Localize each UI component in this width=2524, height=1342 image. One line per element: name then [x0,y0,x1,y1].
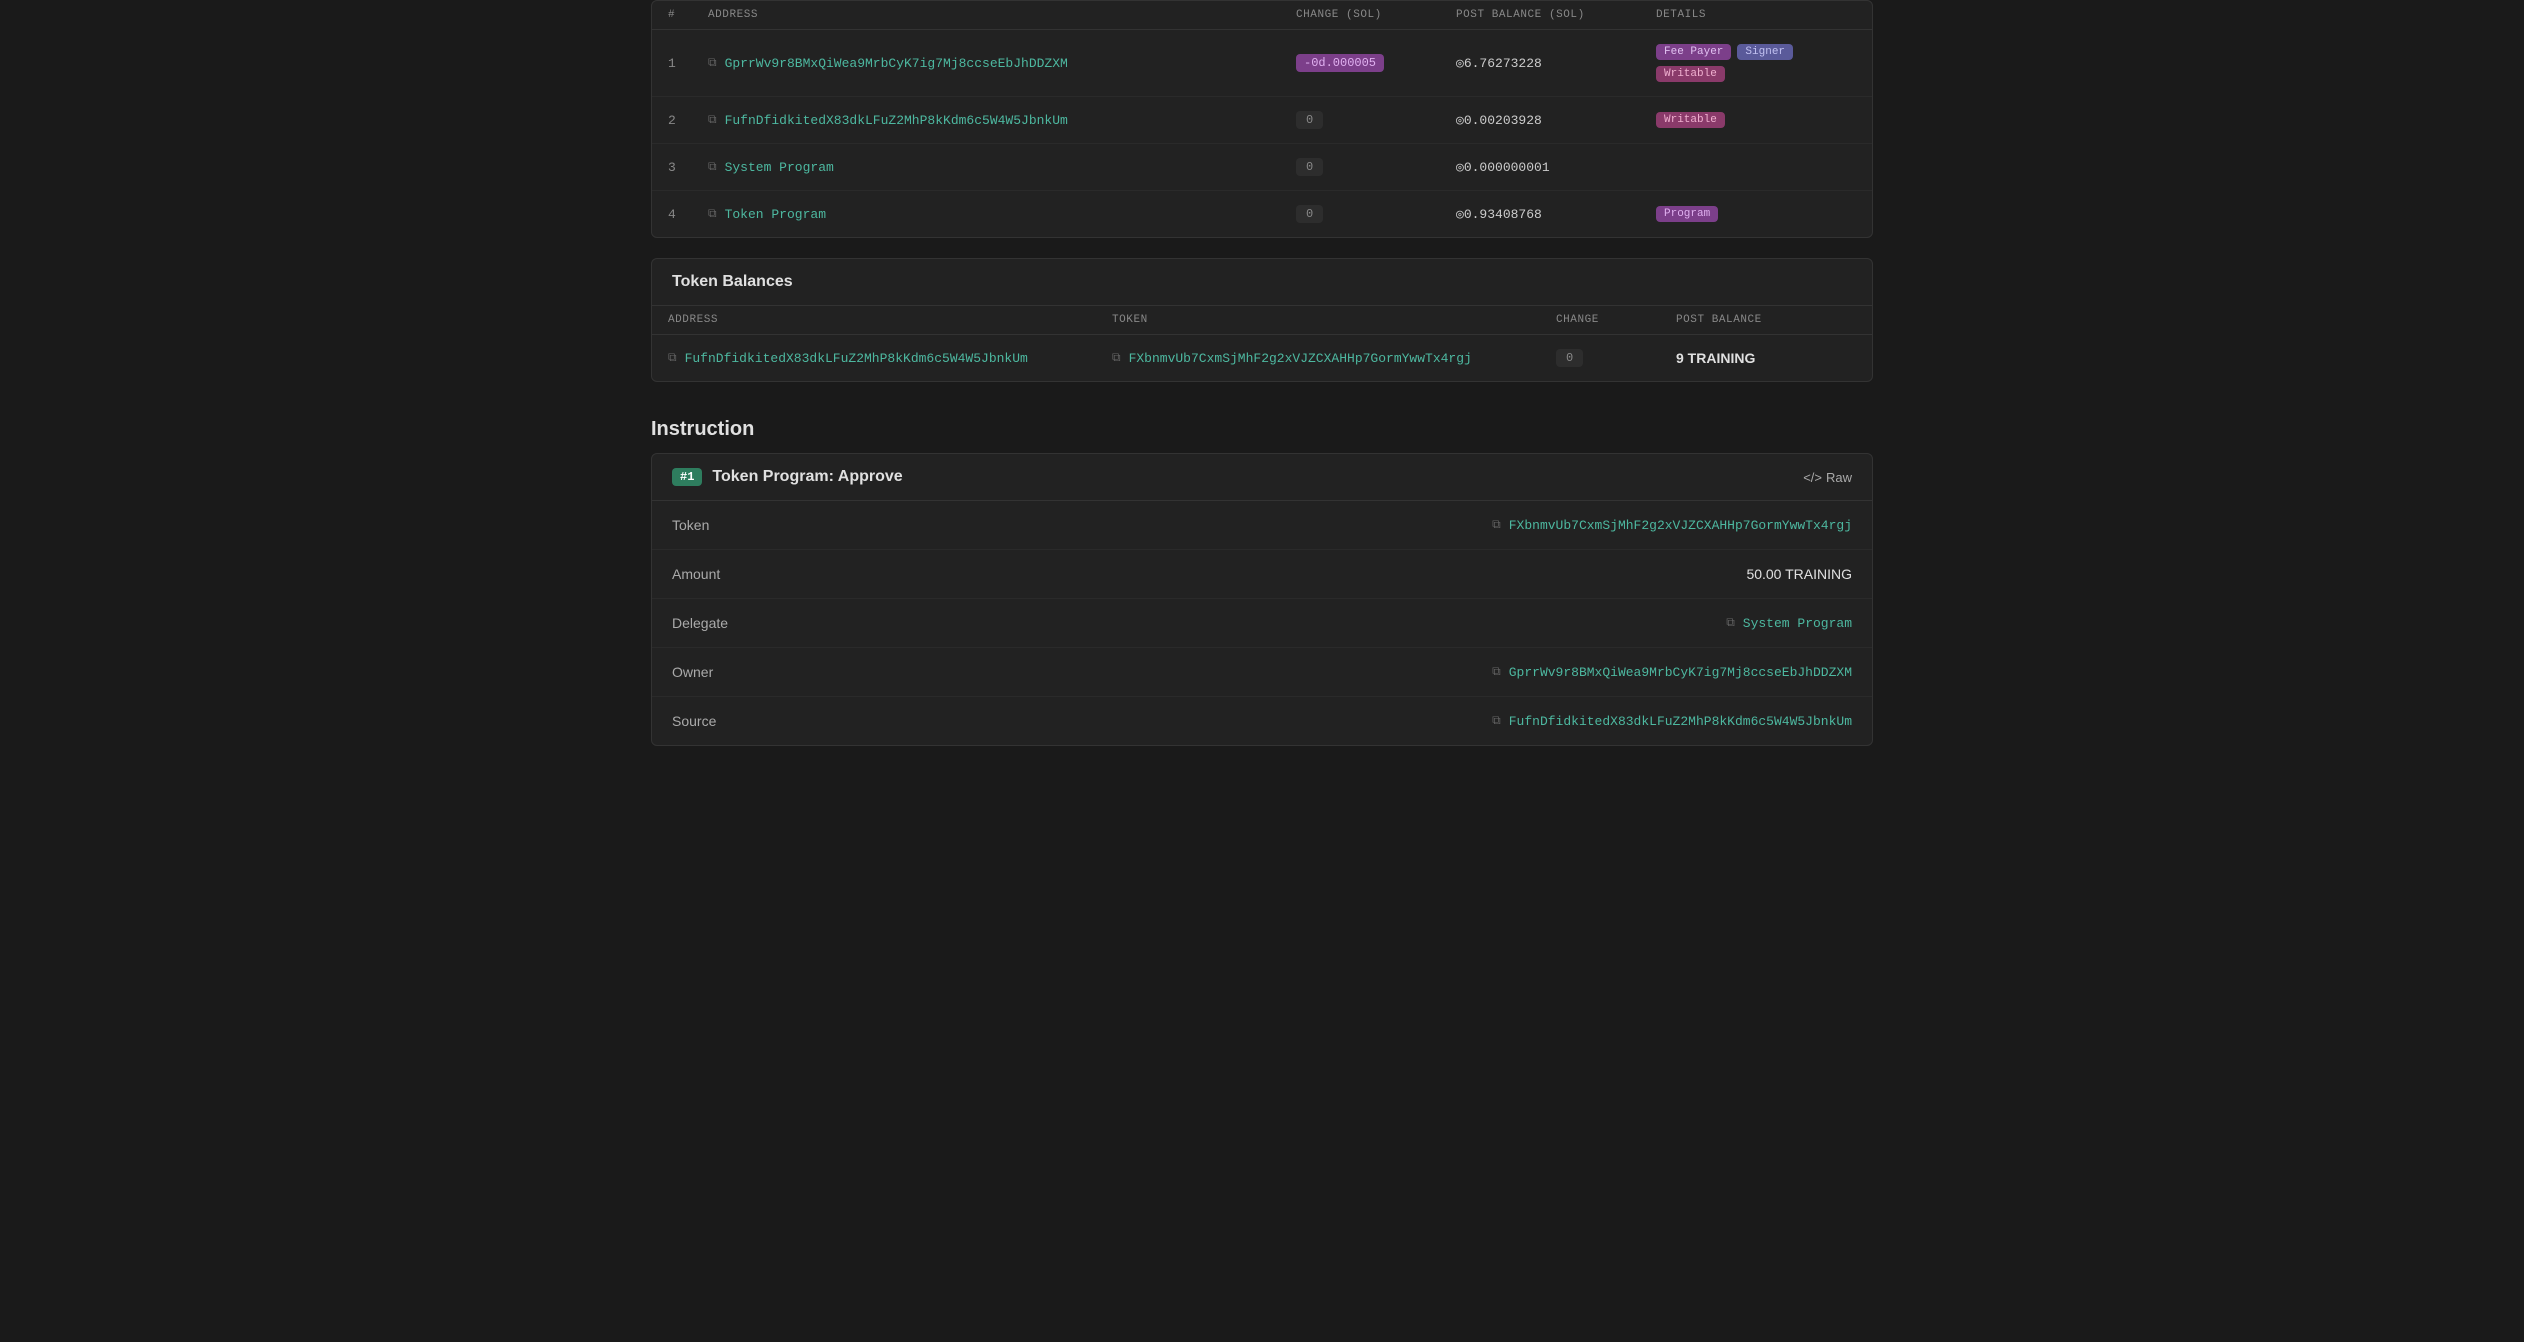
badge-writable: Writable [1656,66,1725,82]
field-value: ⧉ FXbnmvUb7CxmSjMhF2g2xVJZCXAHHp7GormYww… [1492,518,1852,533]
instruction-field-delegate: Delegate ⧉ System Program [652,599,1872,648]
details-cell: Program [1656,206,1856,222]
change-badge-zero: 0 [1296,205,1323,223]
instruction-field-amount: Amount 50.00 TRAINING [652,550,1872,599]
table-row: 4 ⧉ Token Program 0 ◎0.93408768 Program [652,191,1872,237]
copy-icon[interactable]: ⧉ [1492,518,1501,532]
token-balances-title: Token Balances [652,259,1872,306]
address-cell: ⧉ GprrWv9r8BMxQiWea9MrbCyK7ig7Mj8ccseEbJ… [708,56,1296,71]
row-num: 4 [668,207,708,222]
address-cell: ⧉ Token Program [708,207,1296,222]
token-address-cell: ⧉ FufnDfidkitedX83dkLFuZ2MhP8kKdm6c5W4W5… [668,351,1112,366]
post-balance: ◎0.00203928 [1456,113,1656,128]
change-cell: 0 [1296,205,1456,223]
token-table-row: ⧉ FufnDfidkitedX83dkLFuZ2MhP8kKdm6c5W4W5… [652,335,1872,381]
change-cell: -0d.000005 [1296,54,1456,72]
instruction-field-owner: Owner ⧉ GprrWv9r8BMxQiWea9MrbCyK7ig7Mj8c… [652,648,1872,697]
field-value: ⧉ FufnDfidkitedX83dkLFuZ2MhP8kKdm6c5W4W5… [1492,714,1852,729]
address-link[interactable]: System Program [725,160,834,175]
col-post-balance: POST BALANCE (SOL) [1456,9,1656,21]
token-post-balance: 9 TRAINING [1676,350,1856,366]
instruction-field-source: Source ⧉ FufnDfidkitedX83dkLFuZ2MhP8kKdm… [652,697,1872,745]
field-address-link[interactable]: System Program [1743,616,1852,631]
change-cell: 0 [1296,158,1456,176]
token-col-change: CHANGE [1556,314,1676,326]
badge-signer: Signer [1737,44,1793,60]
copy-icon[interactable]: ⧉ [708,160,717,174]
col-address: ADDRESS [708,9,1296,21]
token-change-cell: 0 [1556,349,1676,367]
amount-value: 50.00 TRAINING [1746,566,1852,582]
row-num: 1 [668,56,708,71]
instruction-name: Token Program: Approve [712,468,902,486]
col-change: CHANGE (SOL) [1296,9,1456,21]
raw-label: Raw [1826,470,1852,485]
token-token-cell: ⧉ FXbnmvUb7CxmSjMhF2g2xVJZCXAHHp7GormYww… [1112,351,1556,366]
change-badge-zero: 0 [1556,349,1583,367]
accounts-table-header: # ADDRESS CHANGE (SOL) POST BALANCE (SOL… [652,1,1872,30]
field-value: ⧉ GprrWv9r8BMxQiWea9MrbCyK7ig7Mj8ccseEbJ… [1492,665,1852,680]
address-link[interactable]: FufnDfidkitedX83dkLFuZ2MhP8kKdm6c5W4W5Jb… [725,113,1068,128]
post-balance: ◎0.000000001 [1456,160,1656,175]
change-cell: 0 [1296,111,1456,129]
copy-icon[interactable]: ⧉ [708,207,717,221]
token-col-token: TOKEN [1112,314,1556,326]
address-cell: ⧉ System Program [708,160,1296,175]
row-num: 2 [668,113,708,128]
instruction-number-badge: #1 [672,468,702,486]
col-num: # [668,9,708,21]
copy-icon[interactable]: ⧉ [1726,616,1735,630]
token-col-post-balance: POST BALANCE [1676,314,1856,326]
copy-icon[interactable]: ⧉ [708,56,717,70]
accounts-table: # ADDRESS CHANGE (SOL) POST BALANCE (SOL… [651,0,1873,238]
token-token-link[interactable]: FXbnmvUb7CxmSjMhF2g2xVJZCXAHHp7GormYwwTx… [1129,351,1472,366]
post-balance: ◎0.93408768 [1456,207,1656,222]
badge-fee-payer: Fee Payer [1656,44,1731,60]
raw-button[interactable]: </> Raw [1803,470,1852,485]
field-label: Delegate [672,615,728,631]
code-icon: </> [1803,470,1822,485]
field-value: ⧉ System Program [1726,616,1852,631]
instruction-section-title: Instruction [651,402,1873,453]
post-balance: ◎6.76273228 [1456,56,1656,71]
col-details: DETAILS [1656,9,1856,21]
details-cell: Fee Payer Signer Writable [1656,44,1856,82]
token-address-link[interactable]: FufnDfidkitedX83dkLFuZ2MhP8kKdm6c5W4W5Jb… [685,351,1028,366]
field-value: 50.00 TRAINING [1746,566,1852,582]
token-col-address: ADDRESS [668,314,1112,326]
field-label: Owner [672,664,713,680]
badge-writable: Writable [1656,112,1725,128]
badge-program: Program [1656,206,1718,222]
field-address-link[interactable]: FufnDfidkitedX83dkLFuZ2MhP8kKdm6c5W4W5Jb… [1509,714,1852,729]
change-badge-negative: -0d.000005 [1296,54,1384,72]
address-link[interactable]: GprrWv9r8BMxQiWea9MrbCyK7ig7Mj8ccseEbJhD… [725,56,1068,71]
table-row: 2 ⧉ FufnDfidkitedX83dkLFuZ2MhP8kKdm6c5W4… [652,97,1872,144]
instruction-header: #1 Token Program: Approve </> Raw [652,454,1872,501]
field-label: Amount [672,566,720,582]
table-row: 3 ⧉ System Program 0 ◎0.000000001 [652,144,1872,191]
instruction-card: #1 Token Program: Approve </> Raw Token … [651,453,1873,746]
token-table-header: ADDRESS TOKEN CHANGE POST BALANCE [652,306,1872,335]
copy-icon[interactable]: ⧉ [1492,714,1501,728]
field-label: Source [672,713,716,729]
field-address-link[interactable]: FXbnmvUb7CxmSjMhF2g2xVJZCXAHHp7GormYwwTx… [1509,518,1852,533]
copy-icon[interactable]: ⧉ [1492,665,1501,679]
row-num: 3 [668,160,708,175]
instruction-field-token: Token ⧉ FXbnmvUb7CxmSjMhF2g2xVJZCXAHHp7G… [652,501,1872,550]
details-cell: Writable [1656,112,1856,128]
table-row: 1 ⧉ GprrWv9r8BMxQiWea9MrbCyK7ig7Mj8ccseE… [652,30,1872,97]
copy-icon[interactable]: ⧉ [1112,351,1121,365]
field-address-link[interactable]: GprrWv9r8BMxQiWea9MrbCyK7ig7Mj8ccseEbJhD… [1509,665,1852,680]
address-cell: ⧉ FufnDfidkitedX83dkLFuZ2MhP8kKdm6c5W4W5… [708,113,1296,128]
field-label: Token [672,517,709,533]
change-badge-zero: 0 [1296,158,1323,176]
change-badge-zero: 0 [1296,111,1323,129]
copy-icon[interactable]: ⧉ [668,351,677,365]
address-link[interactable]: Token Program [725,207,826,222]
instruction-title: #1 Token Program: Approve [672,468,903,486]
copy-icon[interactable]: ⧉ [708,113,717,127]
token-balances-section: Token Balances ADDRESS TOKEN CHANGE POST… [651,258,1873,382]
